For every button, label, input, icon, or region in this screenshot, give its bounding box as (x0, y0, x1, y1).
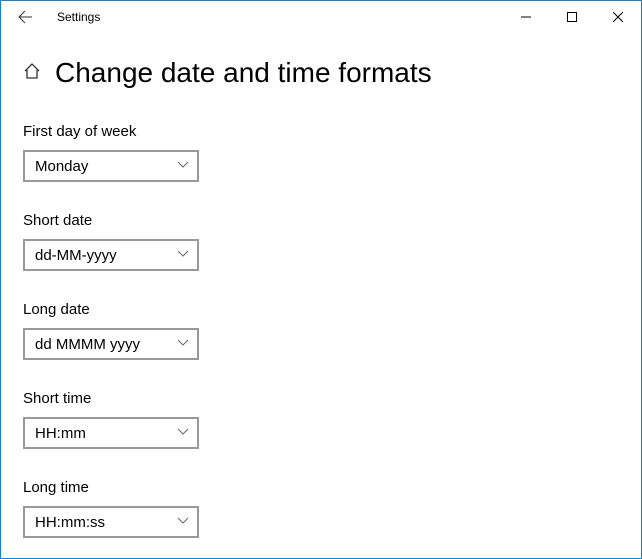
chevron-down-icon (177, 160, 189, 172)
dropdown-value: dd-MM-yyyy (35, 247, 117, 264)
setting-first-day-of-week: First day of week Monday (23, 123, 619, 182)
minimize-button[interactable] (503, 1, 549, 33)
first-day-of-week-dropdown[interactable]: Monday (23, 150, 199, 182)
chevron-down-icon (177, 338, 189, 350)
long-date-dropdown[interactable]: dd MMMM yyyy (23, 328, 199, 360)
setting-label: Short time (23, 390, 619, 407)
setting-label: Short date (23, 212, 619, 229)
maximize-icon (567, 12, 577, 22)
content-area: Change date and time formats First day o… (1, 33, 641, 538)
chevron-down-icon (177, 427, 189, 439)
chevron-down-icon (177, 249, 189, 261)
arrow-left-icon (17, 9, 33, 25)
page-title: Change date and time formats (55, 57, 432, 89)
setting-long-date: Long date dd MMMM yyyy (23, 301, 619, 360)
short-time-dropdown[interactable]: HH:mm (23, 417, 199, 449)
minimize-icon (521, 12, 531, 22)
dropdown-value: Monday (35, 158, 88, 175)
setting-short-date: Short date dd-MM-yyyy (23, 212, 619, 271)
chevron-down-icon (177, 516, 189, 528)
setting-label: Long date (23, 301, 619, 318)
close-button[interactable] (595, 1, 641, 33)
setting-long-time: Long time HH:mm:ss (23, 479, 619, 538)
titlebar: Settings (1, 1, 641, 33)
back-button[interactable] (9, 1, 41, 33)
setting-short-time: Short time HH:mm (23, 390, 619, 449)
heading-row: Change date and time formats (23, 57, 619, 89)
window-controls (503, 1, 641, 33)
setting-label: Long time (23, 479, 619, 496)
dropdown-value: dd MMMM yyyy (35, 336, 140, 353)
maximize-button[interactable] (549, 1, 595, 33)
close-icon (613, 12, 623, 22)
dropdown-value: HH:mm:ss (35, 514, 105, 531)
dropdown-value: HH:mm (35, 425, 86, 442)
long-time-dropdown[interactable]: HH:mm:ss (23, 506, 199, 538)
window-title: Settings (57, 10, 100, 24)
short-date-dropdown[interactable]: dd-MM-yyyy (23, 239, 199, 271)
home-icon[interactable] (23, 62, 41, 85)
setting-label: First day of week (23, 123, 619, 140)
